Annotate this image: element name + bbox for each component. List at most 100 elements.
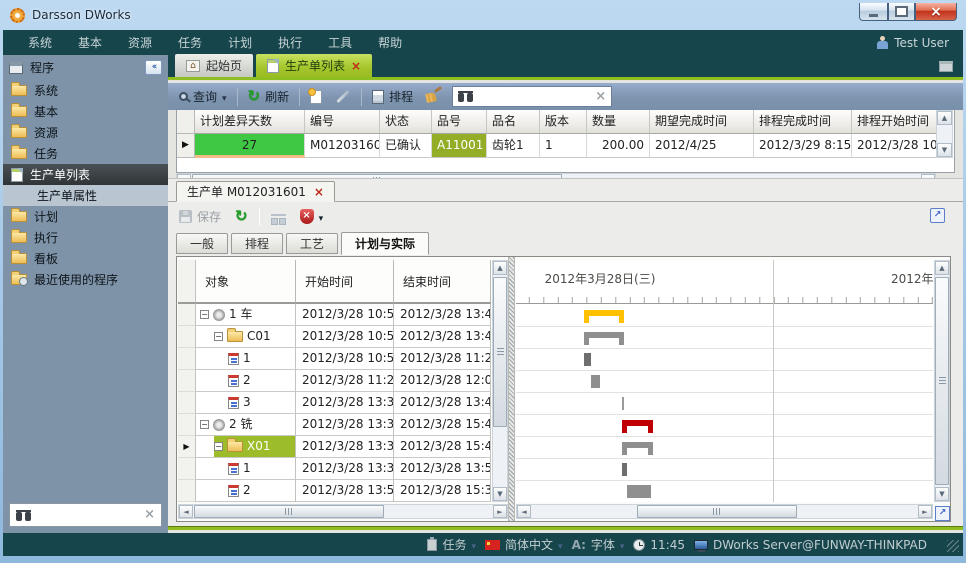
menu-item[interactable]: 帮助 <box>365 30 415 55</box>
tree-expander-icon[interactable] <box>214 442 223 451</box>
menu-item[interactable]: 执行 <box>265 30 315 55</box>
detail-tab-计划与实际[interactable]: 计划与实际 <box>341 232 429 255</box>
validate-dropdown-icon[interactable] <box>319 210 324 224</box>
scroll-right-icon[interactable]: ► <box>493 505 507 518</box>
menu-item[interactable]: 资源 <box>115 30 165 55</box>
grid-column-header[interactable]: 状态 <box>380 110 432 134</box>
gantt-hscrollbar[interactable]: ◄ ► <box>516 504 933 519</box>
validate-button[interactable] <box>297 207 327 226</box>
gantt-expand-icon[interactable] <box>935 506 950 521</box>
sidebar-item[interactable]: 系统 <box>3 80 168 101</box>
tree-hscrollbar[interactable]: ◄ ► <box>178 504 508 519</box>
grid-column-header[interactable]: 排程开始时间 <box>852 110 944 134</box>
grid-cell-sched_start[interactable]: 2012/3/28 10:52 <box>852 134 944 158</box>
grid-cell-diff_days[interactable]: 27 <box>195 134 305 158</box>
tree-object-cell[interactable]: 2 铣 <box>196 414 296 436</box>
grid-cell-sched_finish[interactable]: 2012/3/29 8:15 <box>754 134 852 158</box>
sidebar-item[interactable]: 执行 <box>3 227 168 248</box>
grid-cell-expect_finish[interactable]: 2012/4/25 <box>650 134 754 158</box>
grid-column-header[interactable]: 品号 <box>432 110 487 134</box>
scroll-down-icon[interactable]: ▼ <box>935 487 949 501</box>
tree-row[interactable]: C012012/3/28 10:522012/3/28 13:40 <box>178 326 492 348</box>
grid-column-header[interactable]: 排程完成时间 <box>754 110 852 134</box>
sidebar-search-clear-icon[interactable] <box>144 510 155 520</box>
font-dropdown-icon[interactable] <box>620 538 625 552</box>
scroll-down-icon[interactable]: ▼ <box>937 143 952 157</box>
tree-vscrollbar[interactable]: ▲ ▼ <box>492 260 508 502</box>
close-button[interactable] <box>915 3 957 21</box>
tree-expander-icon[interactable] <box>200 310 209 319</box>
detail-refresh-button[interactable] <box>232 208 251 225</box>
menu-item[interactable]: 系统 <box>15 30 65 55</box>
tree-object-cell[interactable]: C01 <box>196 326 296 348</box>
hscroll-thumb[interactable] <box>637 505 797 518</box>
grid-column-header[interactable]: 期望完成时间 <box>650 110 754 134</box>
sidebar-item[interactable]: 生产单列表 <box>3 164 168 185</box>
tree-row[interactable]: X012012/3/28 13:302012/3/28 15:40 <box>178 436 492 458</box>
tree-object-cell[interactable]: 1 <box>196 348 296 370</box>
scroll-up-icon[interactable]: ▲ <box>935 261 949 275</box>
gantt-bar-summary[interactable] <box>622 442 653 448</box>
tree-object-cell[interactable]: 2 <box>196 370 296 392</box>
tree-column-header[interactable]: 开始时间 <box>296 260 394 304</box>
tree-object-cell[interactable]: 1 车 <box>196 304 296 326</box>
tree-expander-icon[interactable] <box>214 332 223 341</box>
sidebar-item[interactable]: 生产单属性 <box>3 185 168 206</box>
query-button[interactable]: 查询 <box>176 86 230 107</box>
tree-row[interactable]: 12012/3/28 13:302012/3/28 13:50 <box>178 458 492 480</box>
tree-object-cell[interactable]: 2 <box>196 480 296 502</box>
tree-column-header[interactable]: 结束时间 <box>394 260 491 304</box>
sidebar-search-input[interactable] <box>37 508 138 522</box>
close-tab-icon[interactable] <box>314 187 324 197</box>
production-order-tab[interactable]: 生产单 M012031601 <box>176 181 335 202</box>
flow-button[interactable] <box>268 206 289 228</box>
grid-data-row[interactable]: 27M012031601已确认A11001齿轮11200.002012/4/25… <box>177 134 954 158</box>
user-area[interactable]: Test User <box>877 30 949 55</box>
toolbar-search-clear-icon[interactable] <box>595 92 606 102</box>
tree-object-cell[interactable]: 3 <box>196 392 296 414</box>
sidebar-item[interactable]: 任务 <box>3 143 168 164</box>
grid-column-header[interactable]: 数量 <box>587 110 650 134</box>
tree-expander-icon[interactable] <box>200 420 209 429</box>
menu-item[interactable]: 任务 <box>165 30 215 55</box>
gantt-bar-task[interactable] <box>591 375 600 388</box>
grid-cell-code[interactable]: M012031601 <box>305 134 380 158</box>
tree-object-cell[interactable]: X01 <box>196 436 296 458</box>
scroll-up-icon[interactable]: ▲ <box>937 111 952 125</box>
grid-column-header[interactable]: 计划差异天数 <box>195 110 305 134</box>
grid-cell-status[interactable]: 已确认 <box>380 134 432 158</box>
tree-object-cell[interactable]: 1 <box>196 458 296 480</box>
menu-item[interactable]: 工具 <box>315 30 365 55</box>
grid-column-header[interactable]: 版本 <box>540 110 587 134</box>
float-window-icon[interactable] <box>939 61 953 72</box>
tree-row[interactable]: 32012/3/28 13:302012/3/28 13:40 <box>178 392 492 414</box>
close-tab-icon[interactable] <box>351 61 361 71</box>
gantt-bar-task[interactable] <box>584 353 591 366</box>
resize-grip[interactable] <box>947 540 959 552</box>
maximize-button[interactable] <box>888 3 915 21</box>
refresh-button[interactable]: 刷新 <box>245 86 293 107</box>
edit-button[interactable] <box>332 93 354 100</box>
popout-icon[interactable] <box>930 208 945 223</box>
scroll-left-icon[interactable]: ◄ <box>517 505 531 518</box>
menu-item[interactable]: 基本 <box>65 30 115 55</box>
tree-row[interactable]: 22012/3/28 11:222012/3/28 12:00 <box>178 370 492 392</box>
gantt-bar-task[interactable] <box>622 463 627 476</box>
save-button[interactable]: 保存 <box>176 206 224 227</box>
task-dropdown-icon[interactable] <box>471 538 476 552</box>
sidebar-item[interactable]: 基本 <box>3 101 168 122</box>
sidebar-item[interactable]: 最近使用的程序 <box>3 269 168 290</box>
status-language-button[interactable]: 简体中文 <box>485 536 563 553</box>
sidebar-item[interactable]: 计划 <box>3 206 168 227</box>
detail-tab-排程[interactable]: 排程 <box>231 233 283 254</box>
grid-column-header[interactable]: 编号 <box>305 110 380 134</box>
hscroll-thumb[interactable] <box>194 505 384 518</box>
status-task-button[interactable]: 任务 <box>427 536 476 553</box>
sidebar-collapse-button[interactable] <box>145 60 162 75</box>
sidebar-item[interactable]: 资源 <box>3 122 168 143</box>
detail-tab-一般[interactable]: 一般 <box>176 233 228 254</box>
scroll-left-icon[interactable]: ◄ <box>179 505 193 518</box>
tree-row[interactable]: 2 铣2012/3/28 13:302012/3/28 15:40 <box>178 414 492 436</box>
gantt-bar-task[interactable] <box>627 485 651 498</box>
query-dropdown-icon[interactable] <box>222 90 227 104</box>
